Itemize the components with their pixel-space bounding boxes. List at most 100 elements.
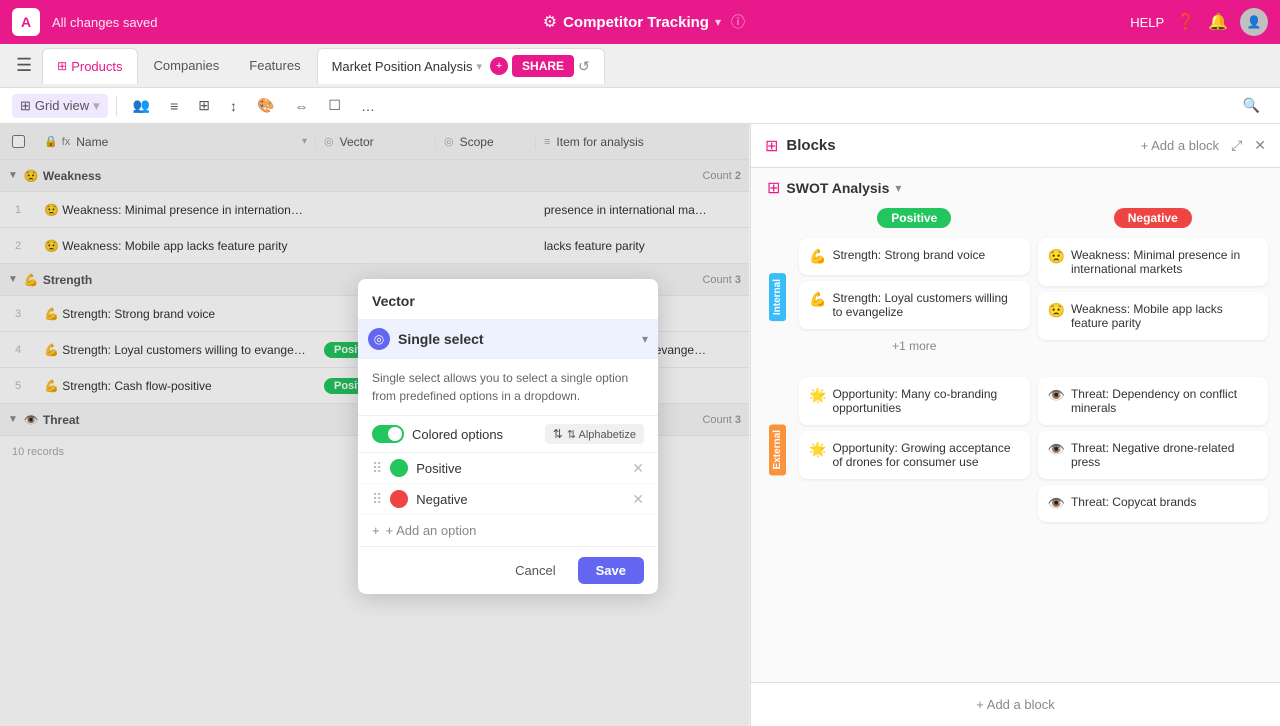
expand-icon: ☐ — [328, 97, 341, 114]
card-emoji: 🌟 — [809, 441, 826, 458]
tab-market-position[interactable]: Market Position Analysis ▾ + SHARE ↺ — [317, 48, 605, 84]
add-icon: + — [372, 523, 380, 538]
toolbar-sort[interactable]: ↕ — [222, 94, 245, 118]
tab-cycle-icon[interactable]: ↺ — [578, 58, 590, 75]
swot-card[interactable]: 👁️ Threat: Copycat brands — [1038, 485, 1269, 522]
swot-card[interactable]: 💪 Strength: Strong brand voice — [799, 238, 1030, 275]
option-color-dot — [390, 490, 408, 508]
toolbar-more[interactable]: … — [353, 94, 383, 118]
swot-card[interactable]: 🌟 Opportunity: Many co-branding opportun… — [799, 377, 1030, 425]
col-header-negative: Negative — [1038, 208, 1269, 228]
swot-card[interactable]: 😟 Weakness: Minimal presence in internat… — [1038, 238, 1269, 286]
more-items[interactable]: +1 more — [799, 335, 1030, 357]
close-blocks-icon[interactable]: ✕ — [1254, 137, 1266, 154]
card-emoji: 🌟 — [809, 387, 826, 404]
save-status: All changes saved — [52, 15, 158, 30]
field-editor-popup: ◎ Single select ▾ Single select allows y… — [358, 279, 658, 594]
option-color-dot — [390, 459, 408, 477]
negative-header-badge: Negative — [1114, 208, 1192, 228]
card-emoji: 👁️ — [1048, 387, 1065, 404]
swot-card[interactable]: 👁️ Threat: Negative drone-related press — [1038, 431, 1269, 479]
option-remove-icon[interactable]: ✕ — [632, 460, 644, 477]
right-pane: ⊞ Blocks + Add a block ⤢ ✕ ⊞ SWOT Analys… — [750, 124, 1280, 726]
swot-title: SWOT Analysis — [786, 180, 889, 196]
field-type-row[interactable]: ◎ Single select ▾ — [358, 320, 658, 359]
fields-icon: ⇔ — [294, 98, 308, 114]
grid-chevron: ▾ — [93, 98, 100, 114]
external-label-container: External — [763, 377, 791, 522]
swot-chevron-icon[interactable]: ▾ — [895, 181, 901, 195]
cancel-button[interactable]: Cancel — [501, 557, 569, 584]
alphabetize-button[interactable]: ⇅ ⇅ Alphabetize — [545, 424, 644, 444]
internal-positive-col: 💪 Strength: Strong brand voice 💪 Strengt… — [799, 238, 1030, 357]
card-text: Threat: Negative drone-related press — [1071, 441, 1258, 469]
title-chevron[interactable]: ▾ — [715, 15, 721, 29]
tab-features[interactable]: Features — [235, 48, 314, 84]
toolbar-group[interactable]: ⊞ — [190, 93, 218, 118]
option-label[interactable]: Positive — [416, 461, 624, 476]
card-text: Threat: Copycat brands — [1071, 495, 1196, 509]
field-name-input[interactable] — [358, 279, 658, 320]
internal-scope-label: Internal — [769, 273, 786, 321]
sort-icon: ↕ — [230, 98, 237, 114]
share-button[interactable]: SHARE — [512, 55, 574, 77]
type-description: Single select allows you to select a sin… — [358, 359, 658, 416]
card-text: Opportunity: Growing acceptance of drone… — [832, 441, 1019, 469]
menu-icon[interactable]: ☰ — [8, 49, 40, 82]
expand-blocks-icon[interactable]: ⤢ — [1231, 137, 1242, 154]
swot-content: Positive Negative Internal 💪 Strength: S — [751, 208, 1280, 682]
swot-card[interactable]: 😟 Weakness: Mobile app lacks feature par… — [1038, 292, 1269, 340]
toolbar-filter[interactable]: ≡ — [162, 94, 186, 118]
toolbar-share-views[interactable]: 👥 — [125, 93, 158, 118]
blocks-grid-icon: ⊞ — [765, 136, 778, 156]
option-label[interactable]: Negative — [416, 492, 624, 507]
tab-chevron: ▾ — [477, 60, 483, 73]
add-block-footer[interactable]: + Add a block — [751, 682, 1280, 726]
toolbar-grid-view[interactable]: ⊞ Grid view ▾ — [12, 94, 108, 118]
swot-card[interactable]: 💪 Strength: Loyal customers willing to e… — [799, 281, 1030, 329]
add-option-row[interactable]: + + Add an option — [358, 515, 658, 547]
tab-products[interactable]: ⊞ Products — [42, 48, 137, 84]
tab-add-icon[interactable]: + — [490, 57, 508, 75]
toolbar-fields[interactable]: ⇔ — [286, 94, 316, 118]
toolbar-expand[interactable]: ☐ — [320, 93, 349, 118]
left-pane: 🔒 fx Name ▾ ◎ Vector ◎ Scope ≡ Item for … — [0, 124, 750, 726]
info-icon[interactable]: ⓘ — [731, 12, 745, 32]
type-chevron-icon[interactable]: ▾ — [642, 332, 648, 346]
sort-icon: ⇅ — [553, 427, 563, 441]
more-icon: … — [361, 98, 375, 114]
colored-options-label: Colored options — [412, 427, 537, 442]
tab-companies[interactable]: Companies — [140, 48, 234, 84]
external-scope-label: External — [769, 424, 786, 475]
card-text: Opportunity: Many co-branding opportunit… — [832, 387, 1019, 415]
external-negative-col: 👁️ Threat: Dependency on conflict minera… — [1038, 377, 1269, 522]
blocks-title: Blocks — [786, 137, 1132, 154]
swot-card[interactable]: 🌟 Opportunity: Growing acceptance of dro… — [799, 431, 1030, 479]
card-emoji: 💪 — [809, 248, 826, 265]
toggle-knob — [388, 427, 402, 441]
type-icon: ◎ — [368, 328, 390, 350]
toolbar-color[interactable]: 🎨 — [249, 93, 282, 118]
user-avatar[interactable]: 👤 — [1240, 8, 1268, 36]
card-text: Strength: Loyal customers willing to eva… — [832, 291, 1019, 319]
help-label[interactable]: HELP — [1130, 15, 1164, 30]
swot-card[interactable]: 👁️ Threat: Dependency on conflict minera… — [1038, 377, 1269, 425]
group-icon: ⊞ — [198, 97, 210, 114]
colored-options-row: Colored options ⇅ ⇅ Alphabetize — [358, 416, 658, 453]
help-circle-icon[interactable]: ❓ — [1176, 12, 1196, 32]
toolbar-search[interactable]: 🔍 — [1235, 93, 1268, 118]
option-negative: ⠿ Negative ✕ — [358, 484, 658, 515]
popup-actions: Cancel Save — [358, 547, 658, 594]
add-block-button[interactable]: + Add a block — [1141, 138, 1219, 153]
save-button[interactable]: Save — [578, 557, 644, 584]
drag-handle-icon[interactable]: ⠿ — [372, 460, 382, 477]
app-logo[interactable]: A — [12, 8, 40, 36]
tab-bar: ☰ ⊞ Products Companies Features Market P… — [0, 44, 1280, 88]
card-text: Weakness: Mobile app lacks feature parit… — [1071, 302, 1258, 330]
swot-internal-section: Internal 💪 Strength: Strong brand voice … — [763, 238, 1268, 357]
colored-options-toggle[interactable] — [372, 425, 404, 443]
option-positive: ⠿ Positive ✕ — [358, 453, 658, 484]
option-remove-icon[interactable]: ✕ — [632, 491, 644, 508]
drag-handle-icon[interactable]: ⠿ — [372, 491, 382, 508]
notification-icon[interactable]: 🔔 — [1208, 12, 1228, 32]
